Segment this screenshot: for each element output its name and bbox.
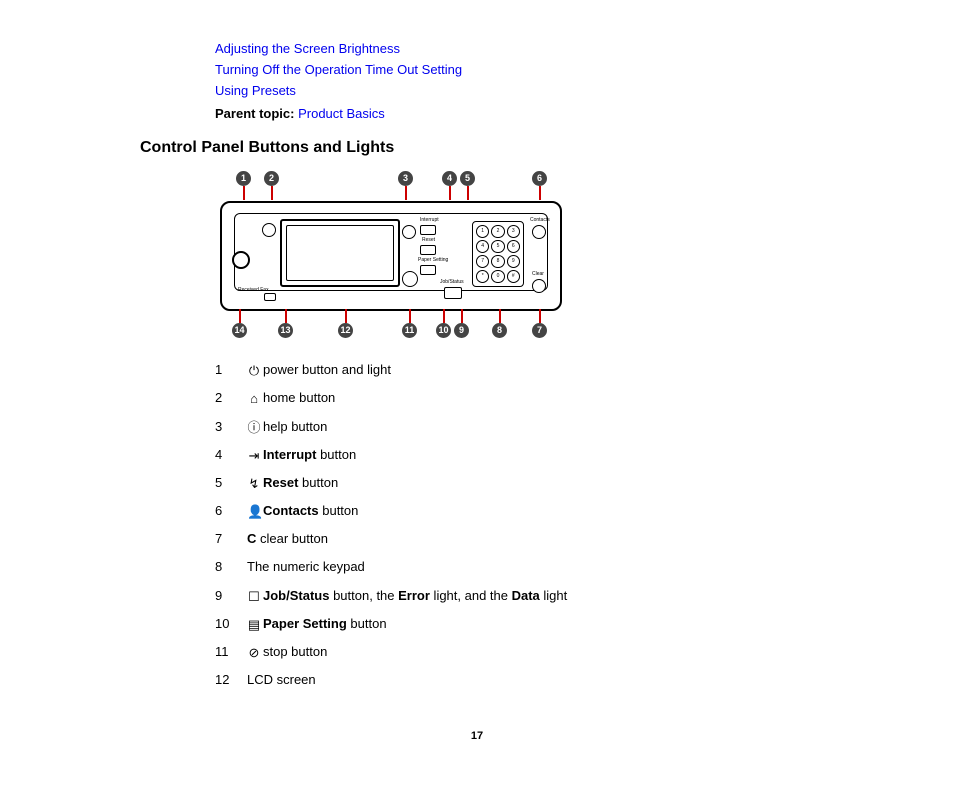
legend-text: ⊘stop button [247, 643, 327, 661]
legend-row: 4⇥Interrupt button [215, 446, 894, 464]
link-timeout[interactable]: Turning Off the Operation Time Out Setti… [215, 61, 894, 79]
legend-number: 12 [215, 671, 247, 689]
legend-number: 7 [215, 530, 247, 548]
related-links: Adjusting the Screen Brightness Turning … [215, 40, 894, 101]
legend-icon: ▤ [247, 616, 261, 634]
legend-number: 8 [215, 558, 247, 576]
parent-topic-link[interactable]: Product Basics [298, 106, 385, 121]
paper-label: Paper Setting [418, 257, 448, 264]
legend-icon: ↯ [247, 475, 261, 493]
legend-text: 👤Contacts button [247, 502, 358, 520]
callout-1: 1 [236, 171, 251, 200]
link-brightness[interactable]: Adjusting the Screen Brightness [215, 40, 894, 58]
legend-text: ⌂home button [247, 389, 335, 407]
legend-row: 10▤Paper Setting button [215, 615, 894, 633]
callout-4: 4 [442, 171, 457, 200]
legend-row: 8The numeric keypad [215, 558, 894, 576]
legend-text: The numeric keypad [247, 558, 365, 576]
legend-text: ↯Reset button [247, 474, 338, 492]
legend-list: 1⏻power button and light2⌂home button3ⓘh… [215, 361, 894, 689]
legend-number: 10 [215, 615, 247, 633]
callout-11: 11 [402, 309, 417, 338]
callout-7: 7 [532, 309, 547, 338]
paper-btn [420, 265, 436, 275]
panel-frame: Interrupt Reset Paper Setting Job/Status… [220, 201, 562, 311]
legend-row: 2⌂home button [215, 389, 894, 407]
callout-12: 12 [338, 309, 353, 338]
legend-icon: ⏻ [247, 362, 261, 380]
callout-5: 5 [460, 171, 475, 200]
link-presets[interactable]: Using Presets [215, 82, 894, 100]
parent-topic: Parent topic: Product Basics [215, 105, 894, 123]
legend-icon: ⌂ [247, 390, 261, 408]
callout-6: 6 [532, 171, 547, 200]
legend-text: LCD screen [247, 671, 316, 689]
callout-3: 3 [398, 171, 413, 200]
callout-8: 8 [492, 309, 507, 338]
callout-10: 10 [436, 309, 451, 338]
clear-btn [532, 279, 546, 293]
reset-label: Reset [422, 237, 435, 244]
legend-text: ⓘhelp button [247, 418, 327, 436]
legend-number: 6 [215, 502, 247, 520]
legend-row: 1⏻power button and light [215, 361, 894, 379]
contacts-label: Contacts [530, 217, 550, 224]
legend-row: 11⊘stop button [215, 643, 894, 661]
legend-text: ☐Job/Status button, the Error light, and… [247, 587, 567, 605]
section-title: Control Panel Buttons and Lights [140, 137, 894, 159]
callout-13: 13 [278, 309, 293, 338]
callout-2: 2 [264, 171, 279, 200]
legend-row: 6👤Contacts button [215, 502, 894, 520]
legend-number: 1 [215, 361, 247, 379]
legend-row: 5↯Reset button [215, 474, 894, 492]
legend-row: 7C clear button [215, 530, 894, 548]
legend-text: ⇥Interrupt button [247, 446, 356, 464]
legend-number: 3 [215, 418, 247, 436]
received-light [264, 293, 276, 301]
legend-number: 5 [215, 474, 247, 492]
legend-icon: 👤 [247, 503, 261, 521]
legend-text: ⏻power button and light [247, 361, 391, 379]
legend-number: 11 [215, 643, 247, 661]
callout-14: 14 [232, 309, 247, 338]
callout-9: 9 [454, 309, 469, 338]
legend-row: 9☐Job/Status button, the Error light, an… [215, 587, 894, 605]
numeric-keypad: 1 2 3 4 5 6 7 8 9 * 0 # [472, 221, 524, 287]
legend-number: 2 [215, 389, 247, 407]
legend-icon: ⓘ [247, 419, 261, 437]
job-label: Job/Status [440, 279, 464, 286]
page-number: 17 [60, 729, 894, 744]
interrupt-btn [420, 225, 436, 235]
reset-btn [420, 245, 436, 255]
legend-row: 3ⓘhelp button [215, 418, 894, 436]
legend-icon: ☐ [247, 588, 261, 606]
legend-icon: ⊘ [247, 644, 261, 662]
legend-text: ▤Paper Setting button [247, 615, 387, 633]
job-btn [444, 287, 462, 299]
interrupt-label: Interrupt [420, 217, 439, 224]
parent-topic-label: Parent topic: [215, 106, 294, 121]
legend-number: 4 [215, 446, 247, 464]
legend-text: C clear button [247, 530, 328, 548]
lcd-screen [280, 219, 400, 287]
control-panel-diagram: 1 2 3 4 5 6 Interrupt Reset Paper Settin… [220, 171, 894, 341]
legend-icon: ⇥ [247, 447, 261, 465]
legend-row: 12LCD screen [215, 671, 894, 689]
legend-number: 9 [215, 587, 247, 605]
clear-label: Clear [532, 271, 544, 278]
